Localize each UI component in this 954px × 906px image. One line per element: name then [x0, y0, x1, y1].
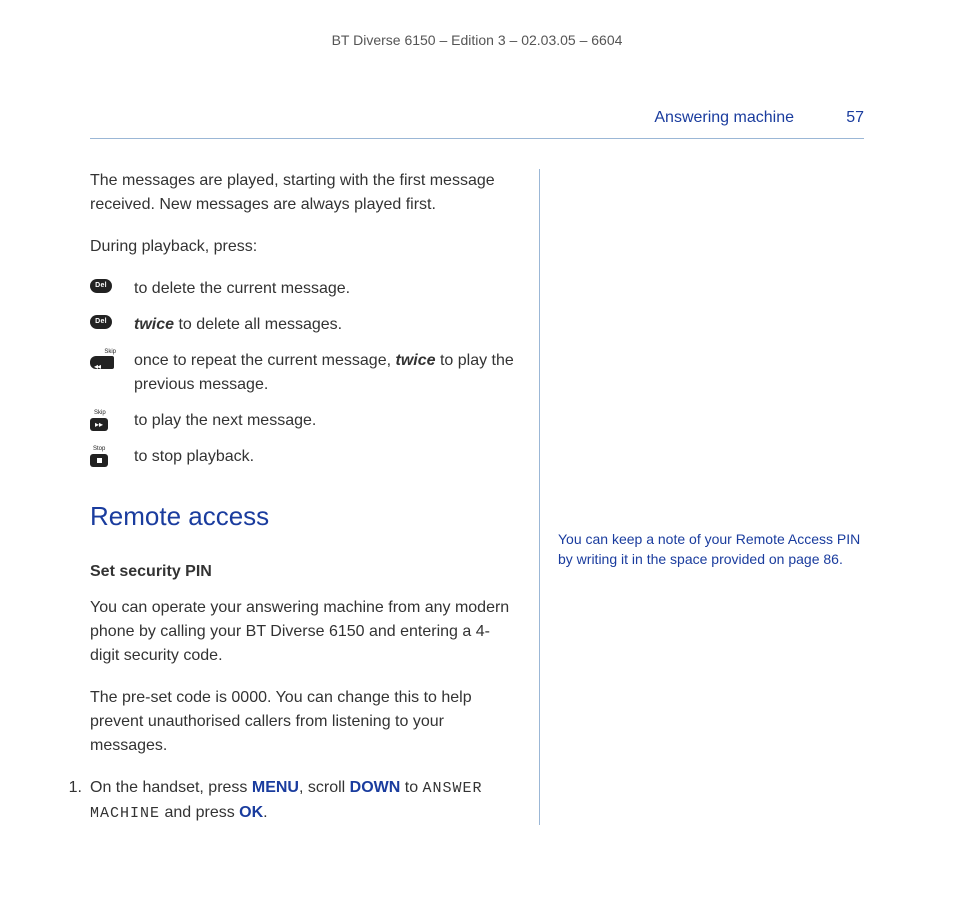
step-1-text: On the handset, press MENU, scroll DOWN … [90, 776, 519, 825]
row-delete-all: Del twice to delete all messages. [90, 313, 519, 337]
document-header: BT Diverse 6150 – Edition 3 – 02.03.05 –… [90, 30, 864, 51]
pin-paragraph-2: The pre-set code is 0000. You can change… [90, 686, 519, 758]
row-stop-text: to stop playback. [134, 445, 519, 469]
step-1: 1. On the handset, press MENU, scroll DO… [60, 776, 519, 825]
page: BT Diverse 6150 – Edition 3 – 02.03.05 –… [0, 0, 954, 906]
intro-paragraph-1: The messages are played, starting with t… [90, 169, 519, 217]
side-note: You can keep a note of your Remote Acces… [558, 529, 864, 570]
row-stop: Stop to stop playback. [90, 445, 519, 469]
main-column: The messages are played, starting with t… [90, 169, 540, 825]
heading-set-pin: Set security PIN [90, 560, 519, 584]
heading-remote-access: Remote access [90, 497, 519, 536]
row-delete-all-text: twice to delete all messages. [134, 313, 519, 337]
row-skip-forward-text: to play the next message. [134, 409, 519, 433]
row-delete-current: Del to delete the current message. [90, 277, 519, 301]
del-button-icon: Del [90, 315, 112, 329]
content-columns: The messages are played, starting with t… [90, 169, 864, 825]
skip-back-icon: Skip ◂◂ [90, 351, 116, 369]
row-skip-forward: Skip ▸▸ to play the next message. [90, 409, 519, 433]
side-column: You can keep a note of your Remote Acces… [540, 169, 864, 825]
pin-paragraph-1: You can operate your answering machine f… [90, 596, 519, 668]
del-button-icon: Del [90, 279, 112, 293]
row-skip-back-text: once to repeat the current message, twic… [134, 349, 519, 397]
row-skip-back: Skip ◂◂ once to repeat the current messa… [90, 349, 519, 397]
section-header: Answering machine 57 [90, 106, 864, 139]
skip-forward-icon: Skip ▸▸ [90, 411, 112, 431]
row-delete-current-text: to delete the current message. [134, 277, 519, 301]
intro-paragraph-2: During playback, press: [90, 235, 519, 259]
page-number: 57 [834, 106, 864, 130]
step-number: 1. [60, 776, 90, 825]
stop-icon: Stop [90, 447, 112, 467]
section-name: Answering machine [654, 106, 794, 130]
playback-controls-list: Del to delete the current message. Del t… [90, 277, 519, 469]
